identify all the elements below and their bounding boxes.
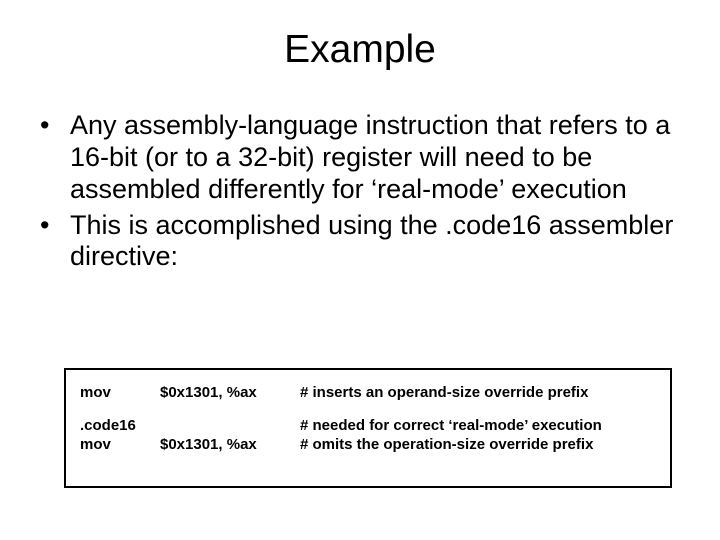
slide-body: Any assembly-language instruction that r… xyxy=(0,82,720,273)
bullet-list: Any assembly-language instruction that r… xyxy=(30,110,690,273)
code-op: mov xyxy=(80,384,160,403)
code-table: mov $0x1301, %ax # inserts an operand-si… xyxy=(80,384,656,454)
code-comment: # inserts an operand-size override prefi… xyxy=(300,384,656,403)
slide: Example Any assembly-language instructio… xyxy=(0,0,720,540)
code-row: .code16 # needed for correct ‘real-mode’… xyxy=(80,417,656,436)
code-row: mov $0x1301, %ax # omits the operation-s… xyxy=(80,436,656,455)
code-args: $0x1301, %ax xyxy=(160,436,300,455)
code-comment: # needed for correct ‘real-mode’ executi… xyxy=(300,417,656,436)
code-args xyxy=(160,417,300,436)
bullet-item: Any assembly-language instruction that r… xyxy=(30,110,690,206)
slide-title: Example xyxy=(0,0,720,82)
code-op: mov xyxy=(80,436,160,455)
code-args: $0x1301, %ax xyxy=(160,384,300,403)
code-example-box: mov $0x1301, %ax # inserts an operand-si… xyxy=(64,368,672,488)
bullet-item: This is accomplished using the .code16 a… xyxy=(30,210,690,274)
code-spacer xyxy=(80,403,656,417)
code-row: mov $0x1301, %ax # inserts an operand-si… xyxy=(80,384,656,403)
code-comment: # omits the operation-size override pref… xyxy=(300,436,656,455)
code-op: .code16 xyxy=(80,417,160,436)
